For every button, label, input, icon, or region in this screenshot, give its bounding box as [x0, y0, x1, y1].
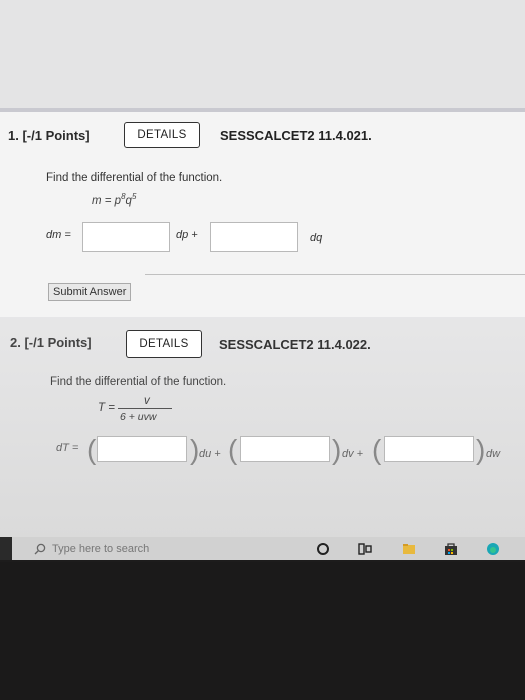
- dq-label: dq: [310, 232, 323, 244]
- dm-answer-input[interactable]: [82, 222, 170, 252]
- question-2-formula-denominator: 6 + uvw: [120, 411, 157, 423]
- fraction-bar: [118, 408, 172, 409]
- start-button[interactable]: [0, 537, 12, 560]
- question-1-points: 1. [-/1 Points]: [8, 128, 90, 143]
- close-paren: ): [476, 434, 486, 465]
- question-1-prompt: Find the differential of the function.: [46, 172, 223, 184]
- dT-label: dT =: [56, 442, 79, 454]
- cortana-icon[interactable]: [316, 542, 330, 556]
- dm-label: dm =: [46, 229, 71, 241]
- dv-label: dv +: [342, 448, 364, 460]
- windows-taskbar: Type here to search: [0, 537, 525, 560]
- dp-answer-input[interactable]: [210, 222, 298, 252]
- question-2-details-button[interactable]: DETAILS: [126, 330, 202, 358]
- search-icon: [34, 543, 46, 555]
- open-paren: (: [372, 434, 382, 465]
- question-1-code: SESSCALCET2 11.4.021.: [220, 128, 372, 143]
- monitor-bezel: [0, 562, 525, 700]
- close-paren: ): [332, 434, 342, 465]
- page-top-area: [0, 0, 525, 108]
- question-2-formula-numerator: v: [144, 395, 150, 407]
- dw-label: dw: [486, 448, 501, 460]
- open-paren: (: [228, 434, 238, 465]
- submit-answer-button[interactable]: Submit Answer: [48, 283, 132, 301]
- du-coefficient-input[interactable]: [97, 436, 187, 462]
- dv-coefficient-input[interactable]: [240, 436, 330, 462]
- question-2-prompt: Find the differential of the function.: [50, 376, 227, 388]
- file-explorer-icon[interactable]: [402, 542, 416, 556]
- task-view-icon[interactable]: [358, 542, 372, 556]
- question-2-code: SESSCALCET2 11.4.022.: [219, 337, 371, 352]
- question-1-formula: m = p8q5: [92, 192, 137, 207]
- taskbar-search-input[interactable]: Type here to search: [52, 543, 149, 555]
- browser-viewport: 1. [-/1 Points] DETAILS SESSCALCET2 11.4…: [0, 0, 525, 560]
- question-1-details-button[interactable]: DETAILS: [124, 122, 200, 148]
- dp-label: dp +: [176, 229, 198, 241]
- open-paren: (: [87, 434, 97, 465]
- divider: [145, 274, 525, 275]
- du-label: du +: [199, 448, 221, 460]
- store-icon[interactable]: [444, 542, 458, 556]
- edge-browser-icon[interactable]: [486, 542, 500, 556]
- dw-coefficient-input[interactable]: [384, 436, 474, 462]
- question-1-panel: 1. [-/1 Points] DETAILS SESSCALCET2 11.4…: [0, 108, 525, 317]
- question-2-points: 2. [-/1 Points]: [10, 335, 92, 350]
- question-2-formula-lhs: T =: [98, 402, 115, 414]
- close-paren: ): [190, 434, 200, 465]
